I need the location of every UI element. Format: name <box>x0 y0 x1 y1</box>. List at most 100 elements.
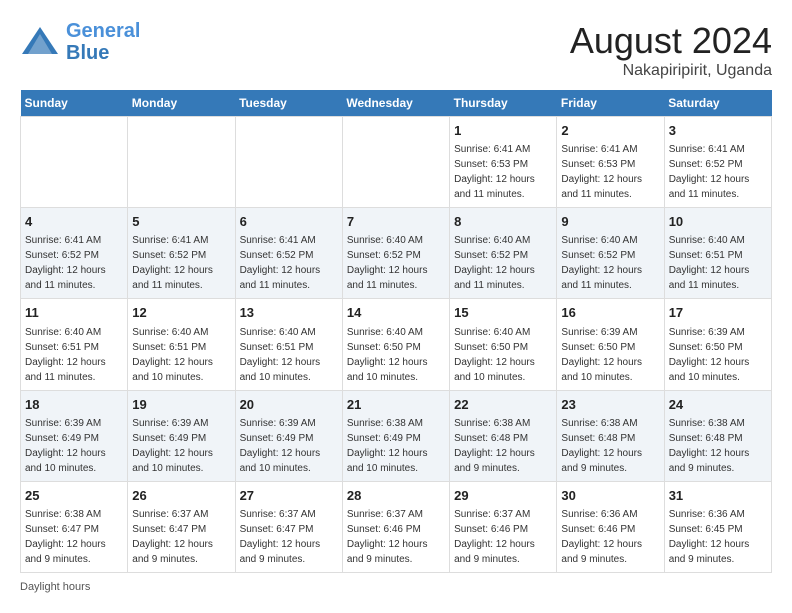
title-block: August 2024 Nakapiripirit, Uganda <box>570 20 772 80</box>
page-header: General Blue August 2024 Nakapiripirit, … <box>20 20 772 80</box>
day-info: Sunrise: 6:40 AM Sunset: 6:51 PM Dayligh… <box>669 235 750 291</box>
day-header-thursday: Thursday <box>450 90 557 117</box>
day-info: Sunrise: 6:40 AM Sunset: 6:51 PM Dayligh… <box>132 327 213 383</box>
day-info: Sunrise: 6:37 AM Sunset: 6:47 PM Dayligh… <box>132 509 213 565</box>
day-info: Sunrise: 6:40 AM Sunset: 6:51 PM Dayligh… <box>240 327 321 383</box>
day-header-friday: Friday <box>557 90 664 117</box>
calendar-cell: 30 Sunrise: 6:36 AM Sunset: 6:46 PM Dayli… <box>557 481 664 572</box>
page-subtitle: Nakapiripirit, Uganda <box>570 62 772 80</box>
day-info: Sunrise: 6:40 AM Sunset: 6:52 PM Dayligh… <box>561 235 642 291</box>
day-info: Sunrise: 6:38 AM Sunset: 6:48 PM Dayligh… <box>454 418 535 474</box>
calendar-cell: 27 Sunrise: 6:37 AM Sunset: 6:47 PM Dayli… <box>235 481 342 572</box>
day-info: Sunrise: 6:41 AM Sunset: 6:52 PM Dayligh… <box>132 235 213 291</box>
calendar-cell: 25 Sunrise: 6:38 AM Sunset: 6:47 PM Dayli… <box>21 481 128 572</box>
day-number: 8 <box>454 213 552 231</box>
day-number: 25 <box>25 487 123 505</box>
day-number: 16 <box>561 304 659 322</box>
day-info: Sunrise: 6:41 AM Sunset: 6:52 PM Dayligh… <box>669 144 750 200</box>
day-number: 17 <box>669 304 767 322</box>
day-header-monday: Monday <box>128 90 235 117</box>
day-number: 29 <box>454 487 552 505</box>
week-row-5: 25 Sunrise: 6:38 AM Sunset: 6:47 PM Dayli… <box>21 481 772 572</box>
day-info: Sunrise: 6:40 AM Sunset: 6:50 PM Dayligh… <box>347 327 428 383</box>
footer: Daylight hours <box>20 581 772 593</box>
calendar-cell: 22 Sunrise: 6:38 AM Sunset: 6:48 PM Dayli… <box>450 390 557 481</box>
day-number: 12 <box>132 304 230 322</box>
calendar-cell: 4 Sunrise: 6:41 AM Sunset: 6:52 PM Daylig… <box>21 208 128 299</box>
header-row: SundayMondayTuesdayWednesdayThursdayFrid… <box>21 90 772 117</box>
week-row-4: 18 Sunrise: 6:39 AM Sunset: 6:49 PM Dayli… <box>21 390 772 481</box>
calendar-cell <box>21 117 128 208</box>
footer-text: Daylight hours <box>20 581 90 593</box>
calendar-cell: 20Sunrise: 6:39 AM Sunset: 6:49 PM Dayli… <box>235 390 342 481</box>
day-number: 22 <box>454 396 552 414</box>
day-info: Sunrise: 6:40 AM Sunset: 6:51 PM Dayligh… <box>25 327 106 383</box>
day-info: Sunrise: 6:39 AM Sunset: 6:49 PM Dayligh… <box>25 418 106 474</box>
day-number: 1 <box>454 122 552 140</box>
day-number: 14 <box>347 304 445 322</box>
day-info: Sunrise: 6:41 AM Sunset: 6:52 PM Dayligh… <box>25 235 106 291</box>
day-number: 7 <box>347 213 445 231</box>
calendar-cell: 17Sunrise: 6:39 AM Sunset: 6:50 PM Dayli… <box>664 299 771 390</box>
day-number: 11 <box>25 304 123 322</box>
day-header-sunday: Sunday <box>21 90 128 117</box>
day-number: 24 <box>669 396 767 414</box>
day-header-tuesday: Tuesday <box>235 90 342 117</box>
calendar-cell: 21Sunrise: 6:38 AM Sunset: 6:49 PM Dayli… <box>342 390 449 481</box>
calendar-cell <box>128 117 235 208</box>
day-number: 6 <box>240 213 338 231</box>
calendar-cell: 16Sunrise: 6:39 AM Sunset: 6:50 PM Dayli… <box>557 299 664 390</box>
logo-text: General Blue <box>66 20 140 64</box>
calendar-cell: 24 Sunrise: 6:38 AM Sunset: 6:48 PM Dayli… <box>664 390 771 481</box>
day-number: 9 <box>561 213 659 231</box>
day-number: 20 <box>240 396 338 414</box>
calendar-table: SundayMondayTuesdayWednesdayThursdayFrid… <box>20 90 772 573</box>
calendar-cell: 3 Sunrise: 6:41 AM Sunset: 6:52 PM Daylig… <box>664 117 771 208</box>
day-info: Sunrise: 6:38 AM Sunset: 6:49 PM Dayligh… <box>347 418 428 474</box>
calendar-cell: 15Sunrise: 6:40 AM Sunset: 6:50 PM Dayli… <box>450 299 557 390</box>
week-row-3: 11 Sunrise: 6:40 AM Sunset: 6:51 PM Dayli… <box>21 299 772 390</box>
day-info: Sunrise: 6:38 AM Sunset: 6:48 PM Dayligh… <box>561 418 642 474</box>
day-number: 15 <box>454 304 552 322</box>
day-info: Sunrise: 6:38 AM Sunset: 6:47 PM Dayligh… <box>25 509 106 565</box>
day-number: 31 <box>669 487 767 505</box>
calendar-cell: 2Sunrise: 6:41 AM Sunset: 6:53 PM Daylig… <box>557 117 664 208</box>
day-number: 23 <box>561 396 659 414</box>
day-number: 18 <box>25 396 123 414</box>
day-number: 13 <box>240 304 338 322</box>
calendar-cell: 6 Sunrise: 6:41 AM Sunset: 6:52 PM Daylig… <box>235 208 342 299</box>
day-info: Sunrise: 6:41 AM Sunset: 6:52 PM Dayligh… <box>240 235 321 291</box>
calendar-cell: 9 Sunrise: 6:40 AM Sunset: 6:52 PM Daylig… <box>557 208 664 299</box>
calendar-cell: 5 Sunrise: 6:41 AM Sunset: 6:52 PM Daylig… <box>128 208 235 299</box>
logo-line2: Blue <box>66 42 109 64</box>
calendar-cell: 26 Sunrise: 6:37 AM Sunset: 6:47 PM Dayli… <box>128 481 235 572</box>
calendar-cell <box>342 117 449 208</box>
day-number: 19 <box>132 396 230 414</box>
day-header-wednesday: Wednesday <box>342 90 449 117</box>
calendar-cell: 14 Sunrise: 6:40 AM Sunset: 6:50 PM Dayli… <box>342 299 449 390</box>
calendar-cell: 10 Sunrise: 6:40 AM Sunset: 6:51 PM Dayli… <box>664 208 771 299</box>
day-number: 27 <box>240 487 338 505</box>
day-number: 2 <box>561 122 659 140</box>
calendar-cell: 13 Sunrise: 6:40 AM Sunset: 6:51 PM Dayli… <box>235 299 342 390</box>
calendar-cell: 31 Sunrise: 6:36 AM Sunset: 6:45 PM Dayli… <box>664 481 771 572</box>
day-number: 4 <box>25 213 123 231</box>
day-number: 10 <box>669 213 767 231</box>
day-number: 5 <box>132 213 230 231</box>
calendar-cell: 23 Sunrise: 6:38 AM Sunset: 6:48 PM Dayli… <box>557 390 664 481</box>
calendar-cell: 7Sunrise: 6:40 AM Sunset: 6:52 PM Daylig… <box>342 208 449 299</box>
day-number: 26 <box>132 487 230 505</box>
week-row-1: 1 Sunrise: 6:41 AM Sunset: 6:53 PM Daylig… <box>21 117 772 208</box>
day-info: Sunrise: 6:38 AM Sunset: 6:48 PM Dayligh… <box>669 418 750 474</box>
day-info: Sunrise: 6:41 AM Sunset: 6:53 PM Dayligh… <box>454 144 535 200</box>
calendar-cell: 12 Sunrise: 6:40 AM Sunset: 6:51 PM Dayli… <box>128 299 235 390</box>
day-header-saturday: Saturday <box>664 90 771 117</box>
day-info: Sunrise: 6:37 AM Sunset: 6:47 PM Dayligh… <box>240 509 321 565</box>
calendar-cell: 11 Sunrise: 6:40 AM Sunset: 6:51 PM Dayli… <box>21 299 128 390</box>
day-info: Sunrise: 6:37 AM Sunset: 6:46 PM Dayligh… <box>347 509 428 565</box>
day-info: Sunrise: 6:36 AM Sunset: 6:46 PM Dayligh… <box>561 509 642 565</box>
day-info: Sunrise: 6:36 AM Sunset: 6:45 PM Dayligh… <box>669 509 750 565</box>
day-number: 30 <box>561 487 659 505</box>
day-info: Sunrise: 6:37 AM Sunset: 6:46 PM Dayligh… <box>454 509 535 565</box>
day-number: 3 <box>669 122 767 140</box>
